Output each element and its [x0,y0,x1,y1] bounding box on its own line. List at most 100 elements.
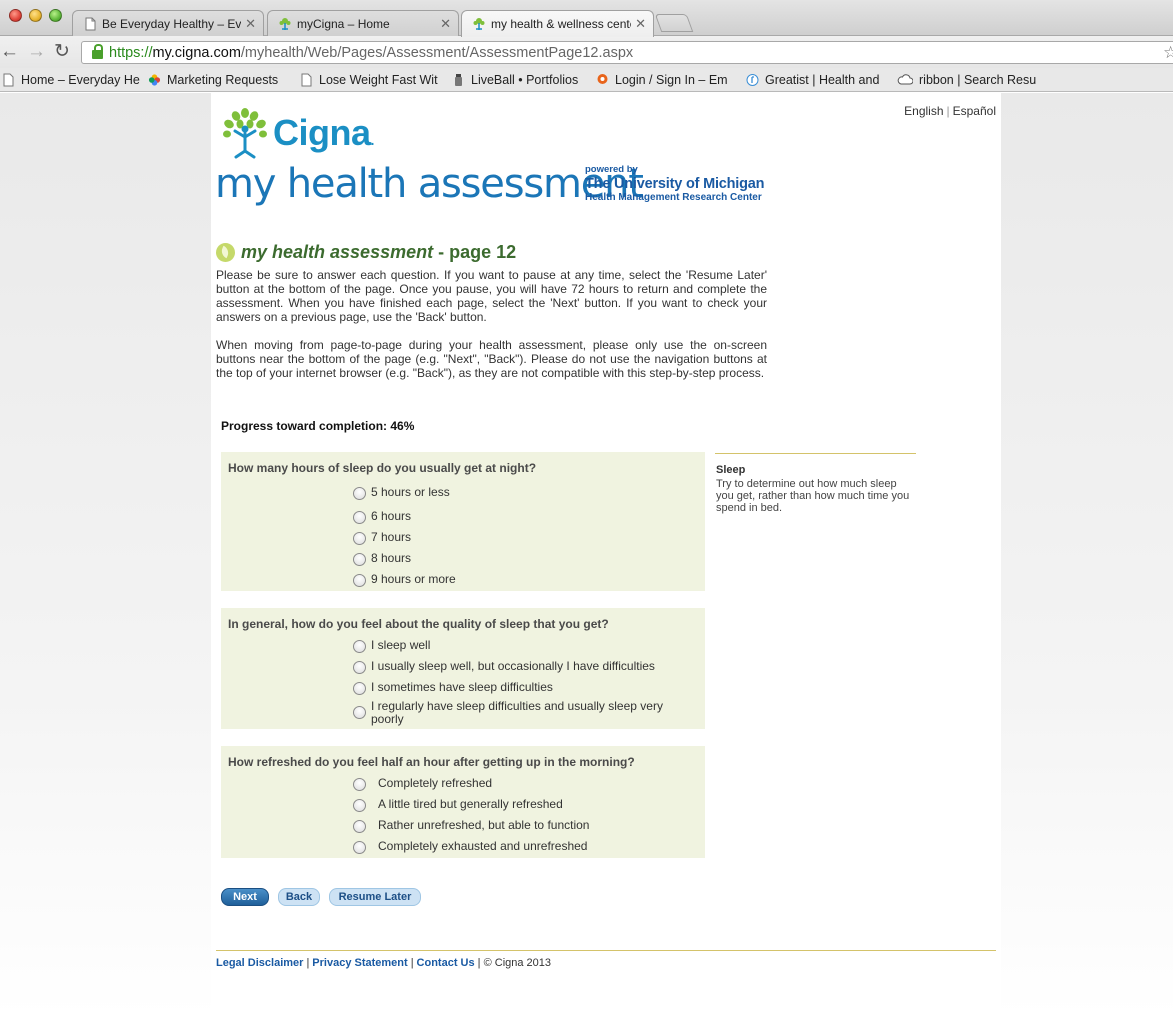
page-title: my health assessment - page 12 [216,242,516,263]
cigna-wordmark-dot: . [370,132,375,148]
tab-be-everyday-healthy[interactable]: Be Everyday Healthy – Ever ✕ [72,10,264,36]
bookmark-label: LiveBall • Portfolios [471,73,579,87]
radio-button[interactable] [353,511,366,524]
close-tab-icon[interactable]: ✕ [440,16,451,32]
answer-option[interactable]: I regularly have sleep difficulties and … [353,700,683,726]
address-bar[interactable]: https:// my.cigna.com /myhealth/Web/Page… [81,41,1173,64]
bookmark-label: Login / Sign In – Em [615,73,728,87]
privacy-statement-link[interactable]: Privacy Statement [312,957,407,969]
cloud-icon [897,74,913,85]
footer: Legal Disclaimer | Privacy Statement | Conta… [216,957,551,969]
url-host: my.cigna.com [152,44,241,61]
copyright-text: | © Cigna 2013 [477,957,552,969]
tab-title: myCigna – Home [297,16,390,31]
tab-title: my health & wellness cente [491,17,631,31]
page-content: English | Español Cigna. my health assessm… [211,93,1001,1017]
answer-option[interactable]: 9 hours or more [353,573,456,587]
page-icon [3,73,14,87]
question-text: In general, how do you feel about the qu… [228,617,609,631]
answer-option[interactable]: Rather unrefreshed, but able to function [353,819,589,833]
answer-option[interactable]: 6 hours [353,510,411,524]
legal-disclaimer-link[interactable]: Legal Disclaimer [216,957,303,969]
bookmark-item[interactable]: Lose Weight Fast Wit [300,73,438,87]
instructions-paragraph: Please be sure to answer each question. … [216,268,767,324]
tab-mycigna-home[interactable]: myCigna – Home ✕ [267,10,459,36]
bookmark-label: Marketing Requests [167,73,279,87]
cigna-wordmark-text: Cigna [273,112,371,153]
tab-my-health-wellness[interactable]: my health & wellness cente ✕ [461,10,654,37]
radio-button[interactable] [353,706,366,719]
option-label: I usually sleep well, but occasionally I… [371,659,655,673]
zoom-window-icon[interactable] [49,9,62,22]
resume-later-button[interactable]: Resume Later [329,888,421,906]
back-arrow-icon[interactable]: ← [0,42,19,62]
footer-separator: | [306,957,310,969]
language-switcher: English | Español [904,104,996,118]
question-block: How many hours of sleep do you usually g… [221,452,705,591]
radio-button[interactable] [353,841,366,854]
option-label: Completely exhausted and unrefreshed [378,839,588,853]
greatist-icon [746,74,759,86]
bookmark-item[interactable]: Home – Everyday He [2,73,140,87]
bottle-icon [455,74,462,86]
forward-arrow-icon[interactable]: → [27,42,46,62]
answer-option[interactable]: Completely refreshed [353,777,492,791]
close-tab-icon[interactable]: ✕ [635,16,646,32]
radio-button[interactable] [353,640,366,653]
answer-option[interactable]: 7 hours [353,531,411,545]
close-window-icon[interactable] [9,9,22,22]
url-path: /myhealth/Web/Pages/Assessment/Assessmen… [240,44,634,61]
footer-divider [216,950,996,951]
new-tab-button[interactable] [654,14,694,32]
option-label: 6 hours [371,509,412,523]
option-label: A little tired but generally refreshed [378,797,563,811]
radio-button[interactable] [353,661,366,674]
bookmark-item[interactable]: LiveBall • Portfolios [452,73,578,87]
answer-option[interactable]: I sleep well [353,639,430,653]
close-tab-icon[interactable]: ✕ [245,16,256,32]
answer-option[interactable]: I usually sleep well, but occasionally I… [353,660,655,674]
contact-us-link[interactable]: Contact Us [417,957,475,969]
bookmark-item[interactable]: ribbon | Search Resu [897,73,1036,87]
browser-tab-strip: Be Everyday Healthy – Ever ✕ myCigna – H… [0,0,1173,37]
language-espanol-link[interactable]: Español [953,104,996,118]
radio-button[interactable] [353,799,366,812]
language-english-link[interactable]: English [904,104,943,118]
bookmark-item[interactable]: Greatist | Health and [746,73,879,87]
tab-title: Be Everyday Healthy – Ever [102,16,241,31]
reload-icon[interactable]: ↻ [54,42,70,62]
radio-button[interactable] [353,553,366,566]
pinwheel-icon [148,74,161,86]
bookmark-item[interactable]: Login / Sign In – Em [596,73,728,87]
option-label: 9 hours or more [371,572,456,586]
answer-option[interactable]: 8 hours [353,552,411,566]
radio-button[interactable] [353,532,366,545]
cigna-wordmark: Cigna. [273,112,374,154]
page-title-suffix: - page 12 [433,242,517,262]
answer-option[interactable]: I sometimes have sleep difficulties [353,681,553,695]
radio-button[interactable] [353,778,366,791]
option-label: 8 hours [371,551,412,565]
progress-label: Progress toward completion: 46% [221,419,415,433]
option-label: 7 hours [371,530,412,544]
footer-separator: | [410,957,414,969]
option-label: I sleep well [371,638,431,652]
bookmark-item[interactable]: Marketing Requests [148,73,278,87]
lock-icon [92,44,103,59]
page-icon [301,73,312,87]
radio-button[interactable] [353,682,366,695]
leaf-icon [216,243,235,262]
option-label: I regularly have sleep difficulties and … [371,699,663,726]
next-button[interactable]: Next [221,888,269,906]
bookmark-star-icon[interactable]: ☆ [1163,43,1173,63]
radio-button[interactable] [353,487,366,500]
powered-by-label: powered by [585,164,638,175]
radio-button[interactable] [353,820,366,833]
back-button[interactable]: Back [278,888,320,906]
answer-option[interactable]: A little tired but generally refreshed [353,798,563,812]
answer-option[interactable]: Completely exhausted and unrefreshed [353,840,587,854]
answer-option[interactable]: 5 hours or less [353,486,450,500]
minimize-window-icon[interactable] [29,9,42,22]
option-label: I sometimes have sleep difficulties [371,680,553,694]
radio-button[interactable] [353,574,366,587]
